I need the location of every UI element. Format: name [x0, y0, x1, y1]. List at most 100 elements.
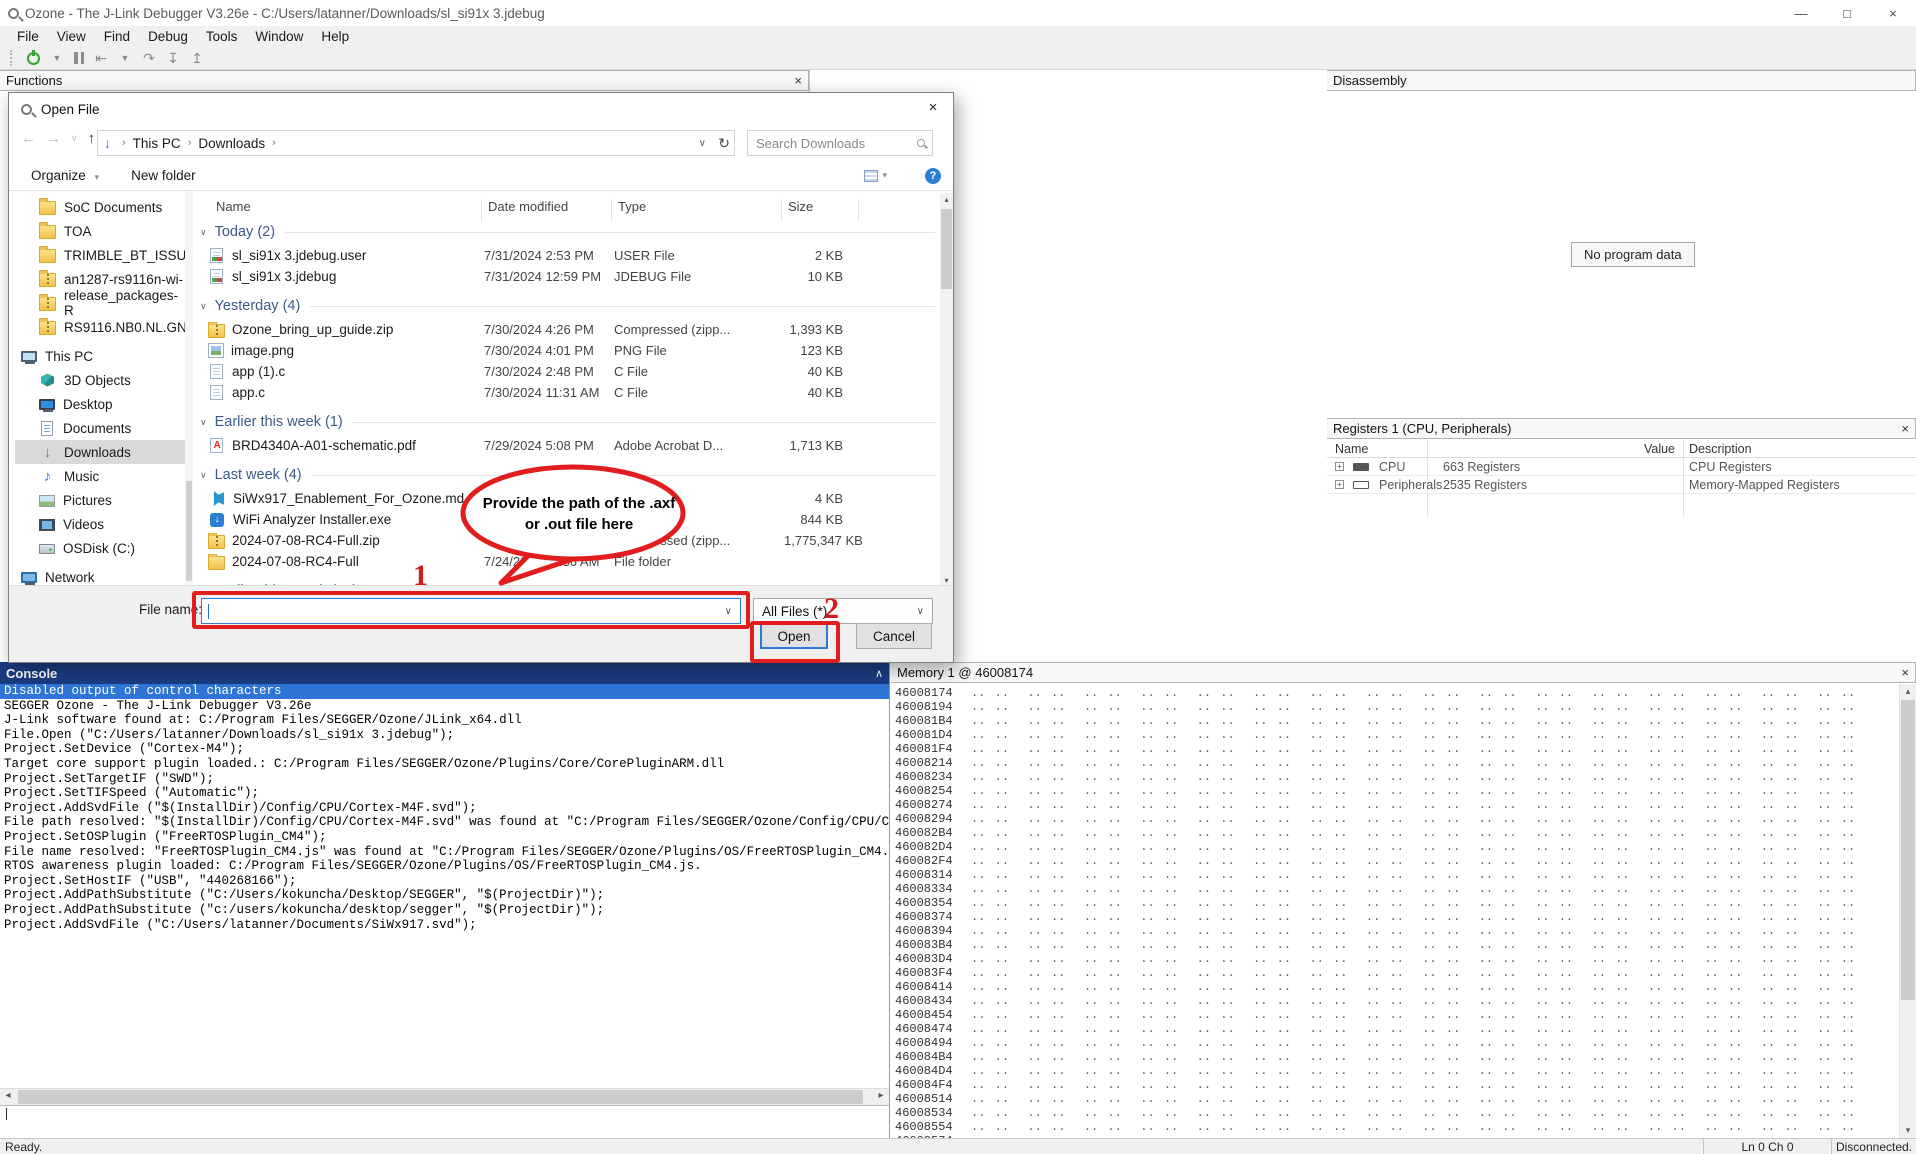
sidebar-item-osdisk-c-[interactable]: OSDisk (C:) [15, 536, 185, 560]
step-over-icon[interactable]: ↷ [142, 51, 156, 65]
close-icon[interactable]: × [1870, 0, 1916, 26]
sidebar-scrollbar[interactable] [185, 191, 193, 587]
menu-item-find[interactable]: Find [95, 29, 139, 44]
memory-hex-view[interactable]: 46008174 .. .. .. .. .. .. .. .. .. .. .… [895, 686, 1898, 1138]
history-chevron-icon[interactable]: ∨ [71, 133, 78, 144]
scroll-up-icon[interactable]: ▴ [1900, 686, 1916, 697]
scroll-left-icon[interactable]: ◂ [0, 1090, 16, 1101]
disassembly-panel-header[interactable]: Disassembly [1327, 70, 1916, 91]
register-row-peripherals[interactable]: +Peripherals2535 RegistersMemory-Mapped … [1327, 476, 1916, 494]
breadcrumb-this-pc[interactable]: This PC [133, 136, 181, 151]
memory-row[interactable]: 46008194 .. .. .. .. .. .. .. .. .. .. .… [895, 700, 1898, 714]
sidebar-item-downloads[interactable]: ↓Downloads [15, 440, 185, 464]
file-row[interactable]: image.png7/30/2024 4:01 PMPNG File123 KB [194, 340, 939, 361]
sidebar-item-documents[interactable]: Documents [15, 416, 185, 440]
file-row[interactable]: app.c7/30/2024 11:31 AMC File40 KB [194, 382, 939, 403]
close-icon[interactable]: × [1901, 421, 1909, 436]
new-folder-button[interactable]: New folder [131, 168, 196, 183]
memory-row[interactable]: 46008514 .. .. .. .. .. .. .. .. .. .. .… [895, 1092, 1898, 1106]
register-row-cpu[interactable]: +CPU663 RegistersCPU Registers [1327, 458, 1916, 476]
help-button[interactable]: ? [925, 168, 941, 184]
group-header[interactable]: ∨Earlier this week (1) [194, 409, 939, 435]
memory-row[interactable]: 46008454 .. .. .. .. .. .. .. .. .. .. .… [895, 1008, 1898, 1022]
memory-row[interactable]: 460082D4 .. .. .. .. .. .. .. .. .. .. .… [895, 840, 1898, 854]
registers-column-headers[interactable]: Name Value Description [1327, 440, 1916, 458]
view-mode-button[interactable]: ▾ [864, 170, 887, 182]
memory-row[interactable]: 460083D4 .. .. .. .. .. .. .. .. .. .. .… [895, 952, 1898, 966]
sidebar-item-desktop[interactable]: Desktop [15, 392, 185, 416]
sidebar-item-pictures[interactable]: Pictures [15, 488, 185, 512]
sidebar-item-toa[interactable]: TOA [15, 219, 185, 243]
memory-row[interactable]: 46008294 .. .. .. .. .. .. .. .. .. .. .… [895, 812, 1898, 826]
up-icon[interactable]: ↑ [88, 130, 96, 147]
memory-row[interactable]: 46008334 .. .. .. .. .. .. .. .. .. .. .… [895, 882, 1898, 896]
functions-panel-header[interactable]: Functions × [0, 70, 809, 91]
memory-row[interactable]: 460084F4 .. .. .. .. .. .. .. .. .. .. .… [895, 1078, 1898, 1092]
registers-col-description[interactable]: Description [1689, 442, 1752, 456]
expand-plus-icon[interactable]: + [1335, 462, 1344, 471]
memory-row[interactable]: 460083F4 .. .. .. .. .. .. .. .. .. .. .… [895, 966, 1898, 980]
console-hscrollbar-thumb[interactable] [18, 1090, 863, 1104]
refresh-icon[interactable]: ↻ [718, 135, 730, 152]
breadcrumb-downloads[interactable]: Downloads [198, 136, 265, 151]
cancel-button[interactable]: Cancel [856, 623, 932, 649]
registers-col-name[interactable]: Name [1335, 442, 1368, 456]
group-header[interactable]: ∨Yesterday (4) [194, 293, 939, 319]
file-row[interactable]: sl_si91x 3.jdebug7/31/2024 12:59 PMJDEBU… [194, 266, 939, 287]
memory-row[interactable]: 460082B4 .. .. .. .. .. .. .. .. .. .. .… [895, 826, 1898, 840]
memory-row[interactable]: 46008474 .. .. .. .. .. .. .. .. .. .. .… [895, 1022, 1898, 1036]
step-into-icon[interactable]: ↧ [166, 51, 180, 65]
sidebar-item-rs9116-nb0-nl-gn[interactable]: RS9116.NB0.NL.GN [15, 315, 185, 339]
search-input[interactable]: Search Downloads [747, 130, 933, 156]
memory-vscrollbar[interactable]: ▴ ▾ [1899, 684, 1916, 1138]
registers-col-value[interactable]: Value [1627, 442, 1675, 456]
address-dropdown-icon[interactable]: ∨ [699, 138, 706, 149]
memory-row[interactable]: 46008394 .. .. .. .. .. .. .. .. .. .. .… [895, 924, 1898, 938]
maximize-icon[interactable]: □ [1824, 0, 1870, 26]
back-icon[interactable]: ← [21, 130, 36, 147]
menu-item-debug[interactable]: Debug [139, 29, 197, 44]
memory-row[interactable]: 46008274 .. .. .. .. .. .. .. .. .. .. .… [895, 798, 1898, 812]
scroll-right-icon[interactable]: ▸ [873, 1090, 889, 1101]
sidebar-item-network[interactable]: Network [15, 565, 185, 587]
power-menu-icon[interactable]: ▼ [50, 54, 64, 63]
column-name[interactable]: Name [216, 199, 251, 214]
file-row[interactable]: app (1).c7/30/2024 2:48 PMC File40 KB [194, 361, 939, 382]
memory-row[interactable]: 460083B4 .. .. .. .. .. .. .. .. .. .. .… [895, 938, 1898, 952]
memory-row[interactable]: 46008314 .. .. .. .. .. .. .. .. .. .. .… [895, 868, 1898, 882]
address-bar[interactable]: ↓ › This PC › Downloads › ∨ ↻ [97, 130, 735, 156]
sidebar-item-this-pc[interactable]: This PC [15, 344, 185, 368]
memory-row[interactable]: 46008174 .. .. .. .. .. .. .. .. .. .. .… [895, 686, 1898, 700]
memory-row[interactable]: 460084B4 .. .. .. .. .. .. .. .. .. .. .… [895, 1050, 1898, 1064]
memory-row[interactable]: 46008374 .. .. .. .. .. .. .. .. .. .. .… [895, 910, 1898, 924]
sidebar-item-release-packages-r[interactable]: release_packages-R [15, 291, 185, 315]
file-list-scrollbar-thumb[interactable] [941, 209, 952, 289]
sidebar-item-videos[interactable]: Videos [15, 512, 185, 536]
column-date-modified[interactable]: Date modified [488, 199, 568, 214]
menu-item-window[interactable]: Window [246, 29, 312, 44]
close-icon[interactable]: × [794, 73, 802, 88]
power-icon[interactable] [27, 52, 40, 65]
menu-item-help[interactable]: Help [312, 29, 358, 44]
step-out-icon[interactable]: ↥ [190, 51, 204, 65]
scroll-up-icon[interactable]: ▴ [940, 195, 953, 204]
close-icon[interactable]: × [1901, 665, 1909, 680]
memory-row[interactable]: 46008434 .. .. .. .. .. .. .. .. .. .. .… [895, 994, 1898, 1008]
sidebar-item-3d-objects[interactable]: 3D Objects [15, 368, 185, 392]
menu-item-file[interactable]: File [8, 29, 48, 44]
group-header[interactable]: ∨Today (2) [194, 219, 939, 245]
dialog-titlebar[interactable]: Open File [9, 93, 953, 125]
forward-icon[interactable]: → [46, 130, 61, 147]
console-hscrollbar[interactable]: ◂ ▸ [0, 1088, 889, 1105]
expand-plus-icon[interactable]: + [1335, 480, 1344, 489]
memory-row[interactable]: 460081F4 .. .. .. .. .. .. .. .. .. .. .… [895, 742, 1898, 756]
scroll-down-icon[interactable]: ▾ [940, 576, 953, 585]
reset-menu-icon[interactable]: ▼ [118, 54, 132, 63]
close-icon[interactable]: × [913, 93, 953, 121]
memory-row[interactable]: 46008254 .. .. .. .. .. .. .. .. .. .. .… [895, 784, 1898, 798]
memory-row[interactable]: 46008534 .. .. .. .. .. .. .. .. .. .. .… [895, 1106, 1898, 1120]
pause-icon[interactable] [74, 52, 84, 64]
memory-row[interactable]: 46008494 .. .. .. .. .. .. .. .. .. .. .… [895, 1036, 1898, 1050]
memory-panel-header[interactable]: Memory 1 @ 46008174 × [891, 662, 1916, 683]
sidebar-item-soc-documents[interactable]: SoC Documents [15, 195, 185, 219]
